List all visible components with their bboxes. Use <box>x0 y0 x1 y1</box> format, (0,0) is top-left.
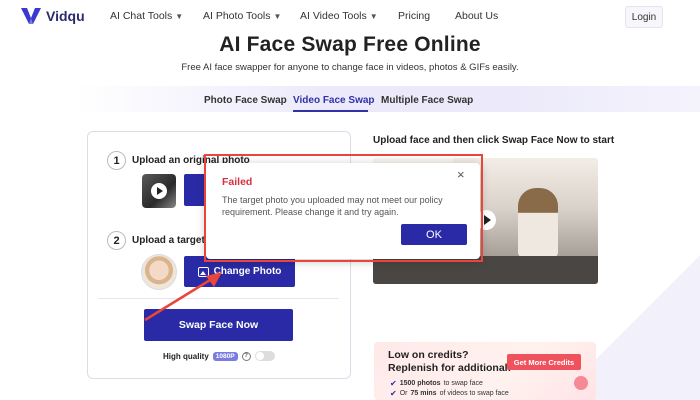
image-icon <box>197 266 209 277</box>
nav-label: Pricing <box>398 10 431 22</box>
nav-label: About Us <box>455 10 499 22</box>
tab-multiple-face-swap[interactable]: Multiple Face Swap <box>381 95 473 106</box>
preview-person <box>518 188 558 258</box>
preview-heading: Upload face and then click Swap Face Now… <box>373 135 615 146</box>
promo-title: Low on credits? Replenish for additional… <box>388 349 511 375</box>
get-more-credits-button[interactable]: Get More Credits <box>507 354 581 370</box>
promo-benefit-photos: ✔ 1500 photos to swap face <box>390 379 483 388</box>
resolution-badge: 1080P <box>212 351 238 361</box>
check-icon: ✔ <box>390 389 397 398</box>
play-icon <box>151 183 167 199</box>
chevron-down-icon: ▼ <box>175 11 184 21</box>
change-video-button[interactable] <box>184 174 208 206</box>
divider <box>98 298 339 299</box>
error-dialog-title: Failed <box>222 176 253 188</box>
page-subtitle: Free AI face swapper for anyone to chang… <box>181 62 519 73</box>
promo-video-text: of videos to swap face <box>439 390 509 397</box>
brand-logo[interactable]: Vidqu <box>20 6 85 26</box>
nav-pricing[interactable]: Pricing <box>398 10 430 22</box>
promo-or-text: Or <box>399 390 408 397</box>
check-icon: ✔ <box>390 379 397 388</box>
login-button[interactable]: Login <box>625 6 663 28</box>
nav-ai-chat-tools[interactable]: AI Chat Tools ▼ <box>110 10 183 22</box>
target-face-thumbnail[interactable] <box>141 254 177 290</box>
error-dialog-message: The target photo you uploaded may not me… <box>222 195 443 217</box>
chevron-down-icon: ▼ <box>369 11 378 21</box>
promo-title-line1: Low on credits? <box>388 349 469 361</box>
chevron-down-icon: ▼ <box>273 11 282 21</box>
nav-ai-video-tools[interactable]: AI Video Tools ▼ <box>300 10 378 22</box>
original-video-thumbnail[interactable] <box>142 174 176 208</box>
promo-photos-count: 1500 photos <box>399 380 441 387</box>
swap-face-now-button[interactable]: Swap Face Now <box>144 309 293 341</box>
nav-label: AI Photo Tools <box>203 10 271 22</box>
top-navbar: Vidqu AI Chat Tools ▼ AI Photo Tools ▼ AI … <box>0 0 700 34</box>
brand-name: Vidqu <box>46 8 85 24</box>
high-quality-row: High quality 1080P ? <box>163 351 275 361</box>
change-photo-label: Change Photo <box>213 266 282 277</box>
step-1-number: 1 <box>107 151 126 170</box>
nav-label: AI Chat Tools <box>110 10 173 22</box>
nav-ai-photo-tools[interactable]: AI Photo Tools ▼ <box>203 10 281 22</box>
active-tab-indicator <box>293 110 368 112</box>
promo-title-line2: Replenish for additional: <box>388 362 512 374</box>
nav-label: AI Video Tools <box>300 10 367 22</box>
nav-about-us[interactable]: About Us <box>455 10 498 22</box>
tab-video-face-swap[interactable]: Video Face Swap <box>293 95 375 106</box>
help-icon[interactable]: ? <box>241 351 251 361</box>
vidqu-logo-icon <box>21 8 41 24</box>
step-2-number: 2 <box>107 231 126 250</box>
change-photo-button[interactable]: Change Photo <box>184 256 295 287</box>
promo-benefit-videos: ✔ Or 75 mins of videos to swap face <box>390 389 509 398</box>
ok-button[interactable]: OK <box>401 224 467 245</box>
promo-photos-text: to swap face <box>443 380 483 387</box>
close-icon[interactable]: × <box>457 168 465 181</box>
high-quality-label: High quality <box>163 351 209 361</box>
tab-photo-face-swap[interactable]: Photo Face Swap <box>204 95 287 106</box>
promo-video-minutes: 75 mins <box>410 390 437 397</box>
high-quality-toggle[interactable] <box>254 351 275 361</box>
page-title: AI Face Swap Free Online <box>219 33 481 56</box>
cursor-click-icon <box>574 376 588 390</box>
preview-desk <box>373 256 598 284</box>
